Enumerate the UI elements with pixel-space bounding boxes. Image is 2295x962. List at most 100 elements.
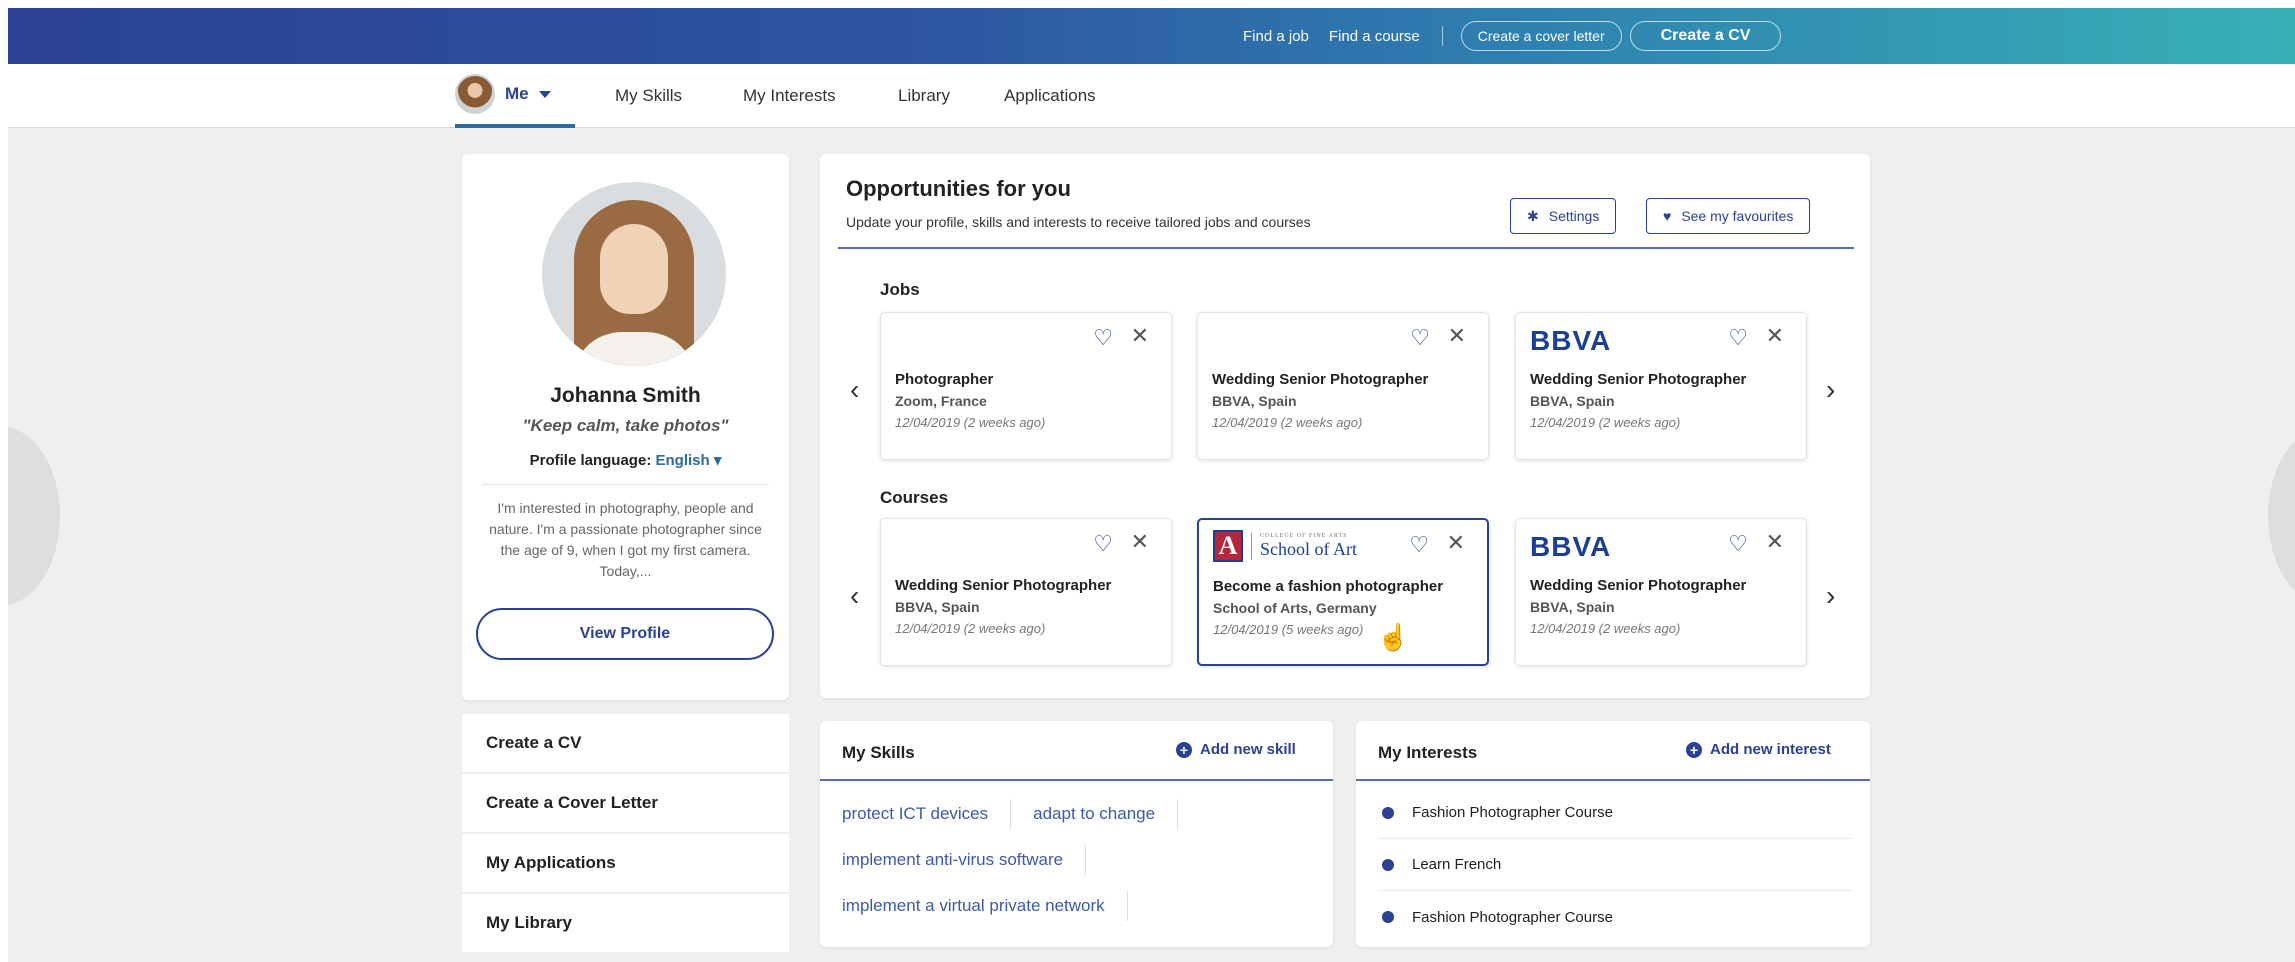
bbva-logo: BBVA bbox=[1530, 531, 1612, 562]
view-profile-button[interactable]: View Profile bbox=[476, 608, 774, 660]
jobs-next-arrow[interactable]: › bbox=[1826, 376, 1835, 404]
side-create-cover-letter[interactable]: Create a Cover Letter bbox=[462, 774, 789, 834]
course-location: BBVA, Spain bbox=[1530, 599, 1615, 615]
plus-icon: + bbox=[1176, 741, 1192, 758]
job-title: Wedding Senior Photographer bbox=[1212, 371, 1429, 388]
gear-icon: ✱ bbox=[1527, 207, 1539, 224]
job-title: Wedding Senior Photographer bbox=[1530, 371, 1747, 388]
heart-icon[interactable]: ♡ bbox=[1728, 531, 1748, 557]
interest-label: Fashion Photographer Course bbox=[1412, 804, 1613, 821]
add-skill-button[interactable]: + Add new skill bbox=[1176, 741, 1296, 758]
app-frame: Find a job Find a course Create a cover … bbox=[8, 8, 2295, 962]
close-icon[interactable]: ✕ bbox=[1766, 529, 1784, 555]
interest-item[interactable]: Fashion Photographer Course bbox=[1378, 787, 1852, 839]
course-location: School of Arts, Germany bbox=[1213, 600, 1377, 616]
course-card[interactable]: BBVA ♡ ✕ Wedding Senior Photographer BBV… bbox=[1515, 518, 1807, 666]
job-date: 12/04/2019 (2 weeks ago) bbox=[895, 415, 1046, 430]
skill-tag[interactable]: implement a virtual private network bbox=[842, 896, 1105, 916]
add-interest-button[interactable]: + Add new interest bbox=[1686, 741, 1831, 758]
top-bar: Find a job Find a course Create a cover … bbox=[8, 8, 2295, 64]
skill-row: implement anti-virus software bbox=[842, 845, 1108, 875]
close-icon[interactable]: ✕ bbox=[1448, 323, 1466, 349]
divider bbox=[820, 779, 1333, 781]
job-location: Zoom, France bbox=[895, 393, 987, 409]
favourites-label: See my favourites bbox=[1681, 208, 1794, 224]
skill-tag[interactable]: adapt to change bbox=[1033, 804, 1155, 824]
jobs-prev-arrow[interactable]: ‹ bbox=[850, 376, 859, 404]
course-card[interactable]: A COLLEGE OF FINE ARTS School of Art ♡ ✕ … bbox=[1197, 518, 1489, 666]
course-date: 12/04/2019 (2 weeks ago) bbox=[1530, 621, 1681, 636]
nav-applications[interactable]: Applications bbox=[1004, 64, 1096, 128]
create-cv-button[interactable]: Create a CV bbox=[1629, 21, 1782, 51]
settings-button[interactable]: ✱ Settings bbox=[1510, 198, 1617, 234]
bbva-logo: BBVA bbox=[1530, 325, 1612, 356]
top-links: Find a job Find a course Create a cover … bbox=[1233, 20, 1789, 52]
job-card[interactable]: ♡ ✕ Wedding Senior Photographer BBVA, Sp… bbox=[1197, 312, 1489, 460]
right-decor-shape bbox=[2268, 426, 2295, 606]
side-create-cv[interactable]: Create a CV bbox=[462, 714, 789, 774]
top-divider bbox=[1441, 26, 1443, 46]
find-job-link[interactable]: Find a job bbox=[1233, 28, 1319, 45]
close-icon[interactable]: ✕ bbox=[1131, 529, 1149, 555]
nav-my-skills[interactable]: My Skills bbox=[615, 64, 682, 128]
heart-icon[interactable]: ♡ bbox=[1728, 325, 1748, 351]
interest-item[interactable]: Fashion Photographer Course bbox=[1378, 891, 1852, 943]
courses-next-arrow[interactable]: › bbox=[1826, 582, 1835, 610]
side-menu: Create a CV Create a Cover Letter My App… bbox=[462, 714, 789, 954]
job-date: 12/04/2019 (2 weeks ago) bbox=[1212, 415, 1363, 430]
job-date: 12/04/2019 (2 weeks ago) bbox=[1530, 415, 1681, 430]
close-icon[interactable]: ✕ bbox=[1766, 323, 1784, 349]
profile-card: Johanna Smith "Keep calm, take photos" P… bbox=[462, 154, 789, 700]
side-my-library[interactable]: My Library bbox=[462, 894, 789, 954]
divider bbox=[1177, 799, 1179, 829]
opportunities-subtitle: Update your profile, skills and interest… bbox=[846, 214, 1311, 230]
heart-icon[interactable]: ♡ bbox=[1093, 325, 1113, 351]
profile-bio: I'm interested in photography, people an… bbox=[489, 500, 762, 579]
divider bbox=[1126, 891, 1128, 921]
nav-library[interactable]: Library bbox=[898, 64, 950, 128]
logo-text: School of Art bbox=[1260, 538, 1357, 559]
job-card[interactable]: ♡ ✕ Photographer Zoom, France 12/04/2019… bbox=[880, 312, 1172, 460]
nav-me-menu[interactable]: Me bbox=[455, 64, 575, 128]
see-favourites-button[interactable]: ♥ See my favourites bbox=[1646, 198, 1811, 234]
main-nav: Me My Skills My Interests Library Applic… bbox=[8, 64, 2295, 128]
skill-row: implement a virtual private network bbox=[842, 891, 1150, 921]
avatar bbox=[455, 74, 495, 114]
skill-tag[interactable]: implement anti-virus software bbox=[842, 850, 1063, 870]
profile-language-value[interactable]: English bbox=[655, 452, 709, 469]
skill-tag[interactable]: protect ICT devices bbox=[842, 804, 988, 824]
course-title: Wedding Senior Photographer bbox=[895, 577, 1112, 594]
add-interest-label: Add new interest bbox=[1710, 741, 1831, 758]
nav-me-label: Me bbox=[505, 84, 529, 103]
interest-label: Fashion Photographer Course bbox=[1412, 908, 1613, 926]
bullet-icon bbox=[1382, 911, 1394, 923]
course-date: 12/04/2019 (2 weeks ago) bbox=[895, 621, 1046, 636]
profile-name: Johanna Smith bbox=[550, 384, 701, 407]
close-icon[interactable]: ✕ bbox=[1447, 530, 1465, 556]
divider bbox=[482, 484, 769, 485]
close-icon[interactable]: ✕ bbox=[1131, 323, 1149, 349]
job-title: Photographer bbox=[895, 371, 994, 388]
bullet-icon bbox=[1382, 806, 1394, 819]
profile-language-select[interactable]: English ▾ bbox=[655, 452, 721, 469]
school-of-art-logo: A COLLEGE OF FINE ARTS School of Art bbox=[1213, 530, 1357, 562]
add-skill-label: Add new skill bbox=[1200, 741, 1296, 758]
courses-prev-arrow[interactable]: ‹ bbox=[850, 582, 859, 610]
divider bbox=[838, 247, 1854, 249]
heart-icon[interactable]: ♡ bbox=[1410, 325, 1430, 351]
heart-icon[interactable]: ♡ bbox=[1093, 531, 1113, 557]
job-card[interactable]: BBVA ♡ ✕ Wedding Senior Photographer BBV… bbox=[1515, 312, 1807, 460]
interests-title: My Interests bbox=[1378, 743, 1478, 762]
create-cover-letter-button[interactable]: Create a cover letter bbox=[1460, 21, 1622, 51]
course-card[interactable]: ♡ ✕ Wedding Senior Photographer BBVA, Sp… bbox=[880, 518, 1172, 666]
interest-item[interactable]: Learn French bbox=[1378, 839, 1852, 891]
job-location: BBVA, Spain bbox=[1212, 393, 1297, 409]
hand-cursor-icon: ☝ bbox=[1377, 622, 1410, 652]
side-my-applications[interactable]: My Applications bbox=[462, 834, 789, 894]
nav-my-interests[interactable]: My Interests bbox=[743, 64, 836, 128]
profile-quote: "Keep calm, take photos" bbox=[522, 416, 729, 435]
university-a-icon: A bbox=[1213, 530, 1243, 562]
heart-icon[interactable]: ♡ bbox=[1409, 532, 1429, 558]
find-course-link[interactable]: Find a course bbox=[1319, 28, 1430, 45]
caret-down-icon bbox=[538, 90, 551, 98]
